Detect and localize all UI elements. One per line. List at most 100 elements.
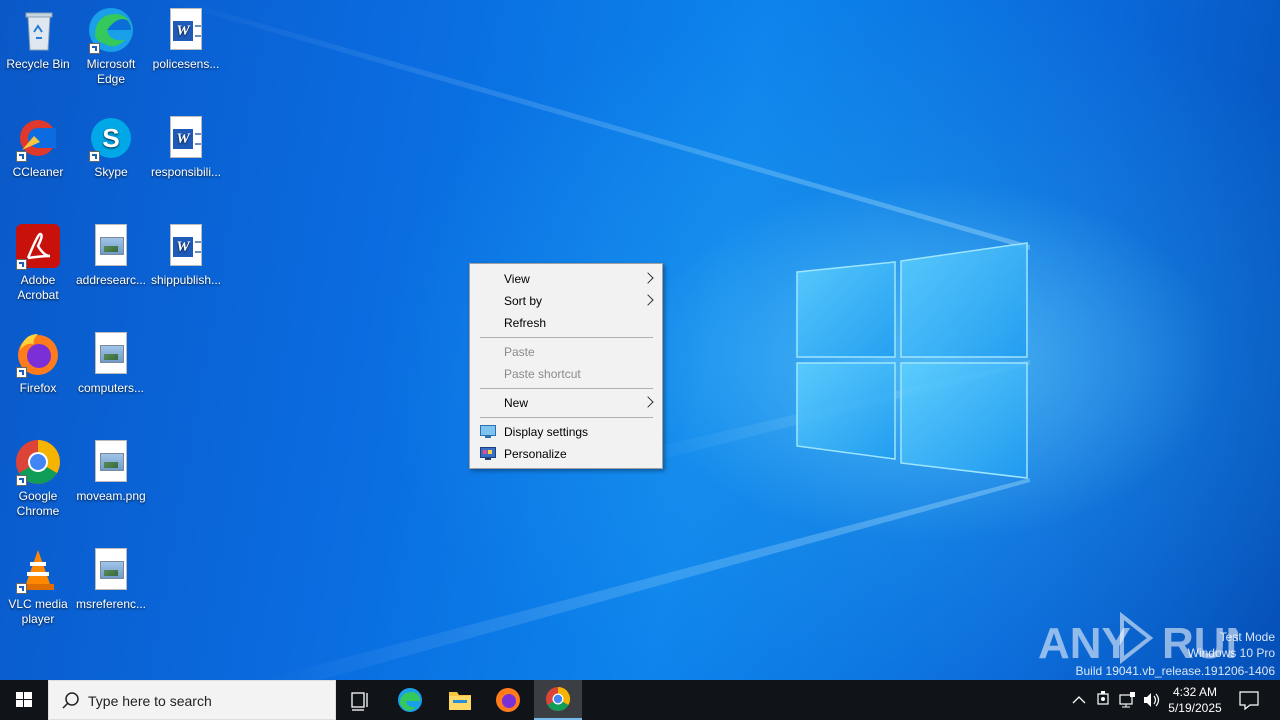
taskbar-edge-button[interactable] xyxy=(386,680,434,720)
desktop-icon-policesens[interactable]: W policesens... xyxy=(148,6,224,72)
menu-item-label: Personalize xyxy=(504,447,567,461)
chevron-right-icon xyxy=(642,272,654,284)
desktop-icon-label: Adobe Acrobat xyxy=(17,273,59,302)
desktop-icon-microsoft-edge[interactable]: Microsoft Edge xyxy=(73,6,149,87)
desktop-icon-label: VLC media player xyxy=(8,597,68,626)
chrome-icon xyxy=(546,687,571,712)
desktop-icon-label: Skype xyxy=(94,165,128,179)
menu-item-label: Refresh xyxy=(504,316,547,330)
menu-item-label: Paste shortcut xyxy=(504,367,581,381)
taskbar-clock[interactable]: 4:32 AM 5/19/2025 xyxy=(1162,684,1228,716)
desktop-icon-addresearc[interactable]: addresearc... xyxy=(73,222,149,288)
network-icon xyxy=(1119,692,1135,708)
test-mode-text: Test Mode xyxy=(1219,630,1275,644)
menu-item-personalize[interactable]: Personalize xyxy=(472,443,660,465)
desktop-icon-msreferenc[interactable]: msreferenc... xyxy=(73,546,149,612)
tray-device-button[interactable] xyxy=(1092,680,1114,720)
task-view-icon xyxy=(351,692,368,711)
word-document-icon: W xyxy=(162,6,210,54)
taskbar-chrome-button[interactable] xyxy=(534,680,582,720)
desktop[interactable]: Recycle Bin CCleaner Adobe Acrobat Firef… xyxy=(0,0,1280,680)
desktop-icon-shippublish[interactable]: W shippublish... xyxy=(148,222,224,288)
shortcut-arrow-icon xyxy=(16,475,27,486)
taskbar-file-explorer-button[interactable] xyxy=(435,680,483,720)
desktop-icon-recycle-bin[interactable]: Recycle Bin xyxy=(0,6,76,72)
desktop-icon-skype[interactable]: S Skype xyxy=(73,114,149,180)
desktop-icon-label: computers... xyxy=(77,381,145,395)
word-document-icon: W xyxy=(162,222,210,270)
edge-icon xyxy=(398,688,422,712)
taskbar-search-box[interactable]: Type here to search xyxy=(48,680,336,720)
menu-item-refresh[interactable]: Refresh xyxy=(472,312,660,334)
desktop-icon-label: responsibili... xyxy=(150,165,222,179)
desktop-icon-responsibili[interactable]: W responsibili... xyxy=(148,114,224,180)
adobe-acrobat-icon xyxy=(14,222,62,270)
show-hidden-icons-button[interactable] xyxy=(1068,680,1090,720)
desktop-icon-label: addresearc... xyxy=(75,273,147,287)
menu-separator xyxy=(480,337,653,338)
search-placeholder: Type here to search xyxy=(88,693,212,709)
task-view-button[interactable] xyxy=(336,680,384,720)
shortcut-arrow-icon xyxy=(16,259,27,270)
network-button[interactable] xyxy=(1116,680,1138,720)
personalize-icon xyxy=(480,447,496,460)
menu-item-label: Display settings xyxy=(504,425,589,439)
desktop-icon-computers[interactable]: computers... xyxy=(73,330,149,396)
desktop-icon-label: Microsoft Edge xyxy=(86,57,136,86)
menu-separator xyxy=(480,417,653,418)
display-settings-icon xyxy=(480,425,496,438)
desktop-icon-label: shippublish... xyxy=(150,273,222,287)
chevron-up-icon xyxy=(1072,696,1086,704)
desktop-icon-moveam[interactable]: moveam.png xyxy=(73,438,149,504)
chevron-right-icon xyxy=(642,294,654,306)
menu-item-label: Sort by xyxy=(504,294,543,308)
desktop-icon-label: Google Chrome xyxy=(16,489,60,518)
image-file-icon xyxy=(87,546,135,594)
desktop-context-menu: View Sort by Refresh Paste Paste shortcu… xyxy=(469,263,663,469)
clock-time: 4:32 AM xyxy=(1172,685,1218,699)
clock-date: 5/19/2025 xyxy=(1168,701,1222,715)
firefox-icon xyxy=(14,330,62,378)
desktop-icon-adobe-acrobat[interactable]: Adobe Acrobat xyxy=(0,222,76,303)
menu-item-display-settings[interactable]: Display settings xyxy=(472,421,660,443)
start-button[interactable] xyxy=(0,680,48,720)
menu-item-paste-shortcut[interactable]: Paste shortcut xyxy=(472,363,660,385)
recycle-bin-icon xyxy=(14,6,62,54)
shortcut-arrow-icon xyxy=(16,583,27,594)
desktop-icon-label: moveam.png xyxy=(76,489,146,503)
file-explorer-icon xyxy=(449,692,471,710)
desktop-icon-label: msreferenc... xyxy=(75,597,147,611)
chrome-icon xyxy=(14,438,62,486)
windows-edition-text: Windows 10 Pro xyxy=(1187,646,1275,660)
desktop-icon-label: Firefox xyxy=(19,381,57,395)
notification-icon xyxy=(1239,691,1259,711)
svg-text:ANY: ANY xyxy=(1038,619,1131,666)
shortcut-arrow-icon xyxy=(16,367,27,378)
menu-item-label: New xyxy=(504,396,529,410)
desktop-icon-firefox[interactable]: Firefox xyxy=(0,330,76,396)
taskbar: Type here to search 4:32 AM 5/19/2025 xyxy=(0,680,1280,720)
menu-separator xyxy=(480,388,653,389)
action-center-button[interactable] xyxy=(1234,680,1264,720)
shortcut-arrow-icon xyxy=(89,151,100,162)
speaker-icon xyxy=(1144,693,1160,707)
shortcut-arrow-icon xyxy=(16,151,27,162)
word-document-icon: W xyxy=(162,114,210,162)
firefox-icon xyxy=(496,688,520,712)
menu-item-new[interactable]: New xyxy=(472,392,660,414)
chevron-right-icon xyxy=(642,396,654,408)
menu-item-view[interactable]: View xyxy=(472,268,660,290)
menu-item-paste[interactable]: Paste xyxy=(472,341,660,363)
desktop-icon-vlc[interactable]: VLC media player xyxy=(0,546,76,627)
windows-build-text: Build 19041.vb_release.191206-1406 xyxy=(1075,664,1276,678)
desktop-icon-ccleaner[interactable]: CCleaner xyxy=(0,114,76,180)
desktop-icon-google-chrome[interactable]: Google Chrome xyxy=(0,438,76,519)
search-icon xyxy=(62,692,79,709)
image-file-icon xyxy=(87,438,135,486)
menu-item-sort-by[interactable]: Sort by xyxy=(472,290,660,312)
taskbar-firefox-button[interactable] xyxy=(484,680,532,720)
volume-button[interactable] xyxy=(1140,680,1162,720)
device-icon xyxy=(1097,691,1109,705)
windows-start-icon xyxy=(16,692,32,707)
menu-item-label: View xyxy=(504,272,530,286)
